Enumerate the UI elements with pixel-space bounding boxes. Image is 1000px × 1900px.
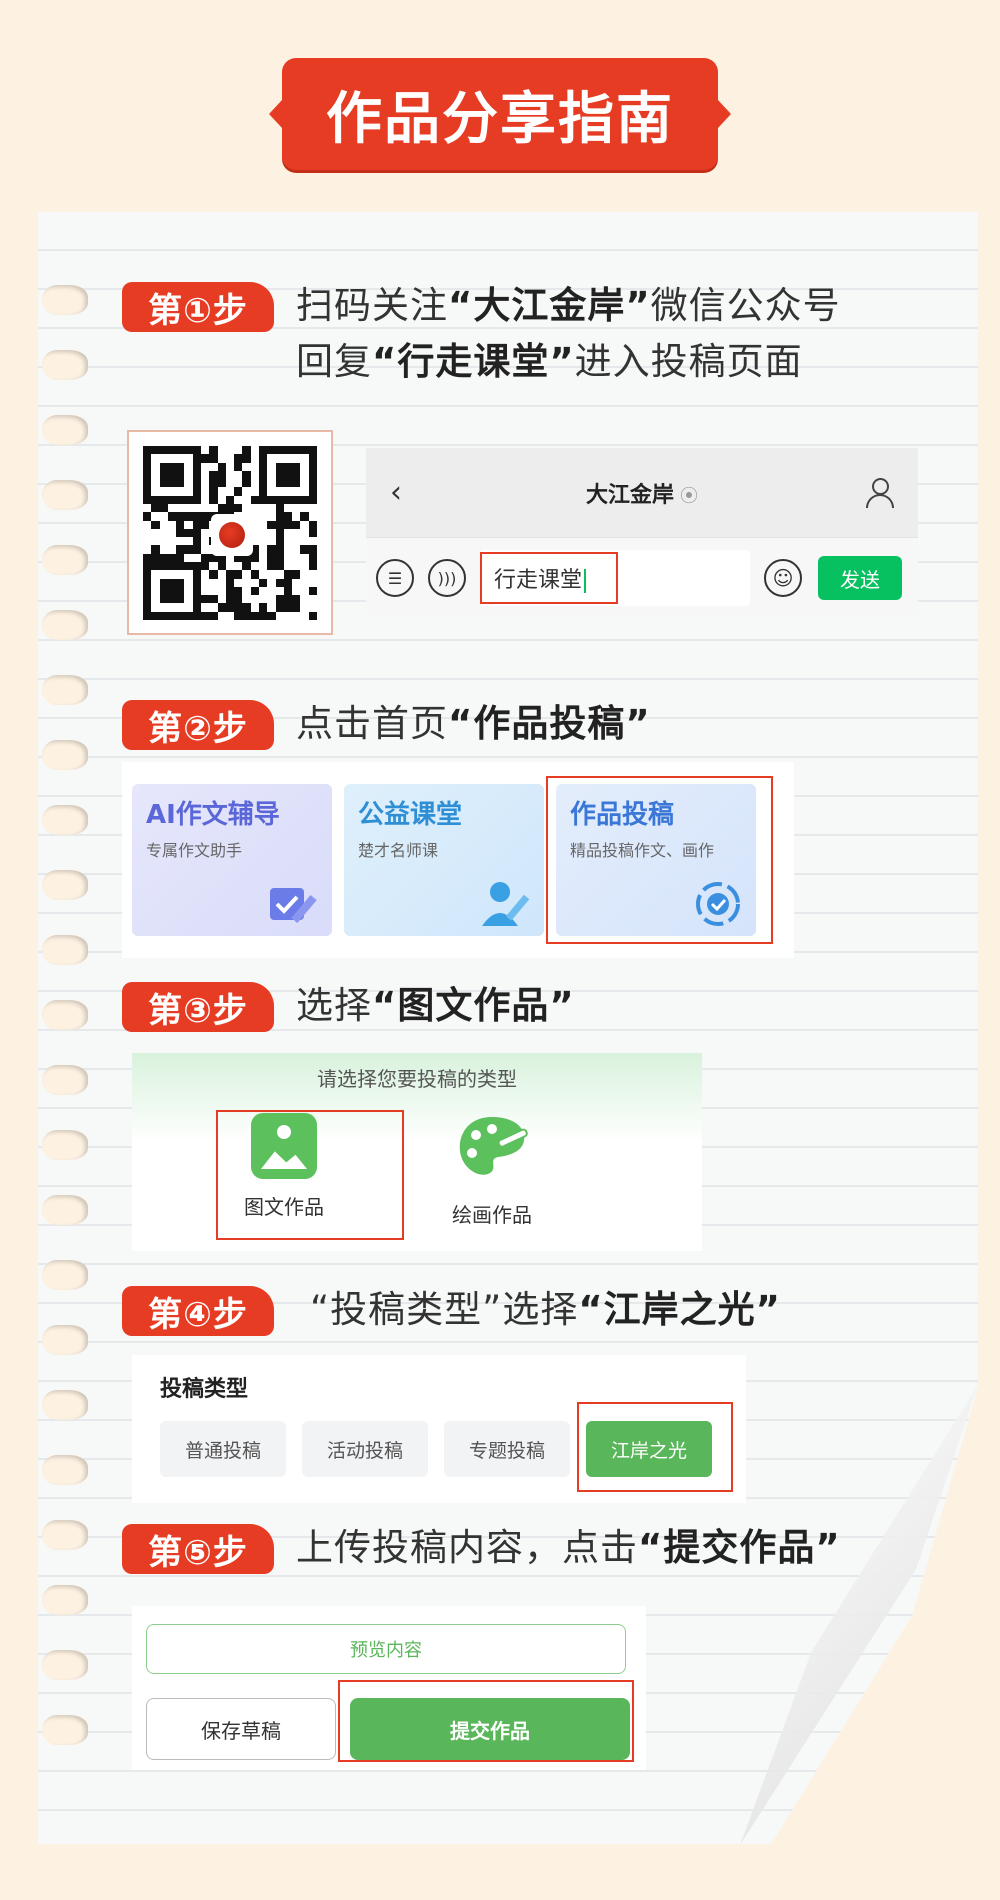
binder-hole <box>42 610 88 640</box>
voice-icon[interactable]: ))) <box>428 559 466 597</box>
step-badge: 第③步 <box>122 982 274 1032</box>
binder-hole <box>42 1390 88 1420</box>
step-2: 第②步 点击首页“作品投稿” <box>122 700 651 752</box>
type-option-painting[interactable]: 绘画作品 <box>432 1113 552 1228</box>
binder-hole <box>42 1520 88 1550</box>
step-1: 第①步 扫码关注“大江金岸”微信公众号 回复“行走课堂”进入投稿页面 <box>122 282 841 390</box>
qr-code <box>127 430 333 635</box>
category-chip-normal[interactable]: 普通投稿 <box>160 1421 286 1477</box>
step-badge: 第④步 <box>122 1286 274 1336</box>
step-badge: 第②步 <box>122 700 274 750</box>
binder-hole <box>42 415 88 445</box>
binder-hole <box>42 285 88 315</box>
step-3: 第③步 选择“图文作品” <box>122 982 575 1034</box>
type-prompt: 请选择您要投稿的类型 <box>317 1067 517 1091</box>
wechat-chat-screen: ‹ 大江金岸 ⦿ ☰ ))) 行走课堂 ☺ 发送 <box>366 448 918 618</box>
highlight-box <box>216 1110 404 1240</box>
binder-hole <box>42 1715 88 1745</box>
step-instruction: 上传投稿内容，点击“提交作品” <box>296 1526 841 1569</box>
pencil-check-icon <box>270 888 317 924</box>
binder-hole <box>42 350 88 380</box>
step-4: 第④步 “投稿类型”选择“江岸之光” <box>122 1286 781 1338</box>
binder-hole <box>42 935 88 965</box>
step-badge: 第⑤步 <box>122 1524 274 1574</box>
palette-icon <box>459 1117 528 1175</box>
category-chip-topic[interactable]: 专题投稿 <box>444 1421 570 1477</box>
feature-card-public-class[interactable]: 公益课堂 楚才名师课 <box>344 784 544 936</box>
binder-hole <box>42 1130 88 1160</box>
binder-hole <box>42 1325 88 1355</box>
preview-button[interactable]: 预览内容 <box>146 1624 626 1674</box>
feature-card-ai-writing[interactable]: AI作文辅导 专属作文助手 <box>132 784 332 936</box>
send-button[interactable]: 发送 <box>818 556 902 600</box>
step-instruction: 扫码关注“大江金岸”微信公众号 回复“行走课堂”进入投稿页面 <box>296 284 841 383</box>
profile-icon[interactable] <box>864 477 894 508</box>
chat-input-bar: ☰ ))) 行走课堂 ☺ 发送 <box>366 538 918 618</box>
highlight-box <box>577 1402 733 1492</box>
teacher-icon <box>482 882 530 926</box>
binder-hole <box>42 1585 88 1615</box>
binder-hole <box>42 480 88 510</box>
binder-hole <box>42 870 88 900</box>
highlight-box <box>546 776 773 944</box>
save-draft-button[interactable]: 保存草稿 <box>146 1698 336 1760</box>
message-input[interactable]: 行走课堂 <box>480 550 750 606</box>
binder-hole <box>42 1455 88 1485</box>
menu-list-icon[interactable]: ☰ <box>376 559 414 597</box>
binder-holes <box>42 285 92 1785</box>
binder-hole <box>42 1260 88 1290</box>
message-input-text: 行走课堂 <box>490 562 587 594</box>
binder-hole <box>42 740 88 770</box>
emoji-icon[interactable]: ☺ <box>764 559 802 597</box>
category-title: 投稿类型 <box>160 1377 249 1402</box>
binder-hole <box>42 675 88 705</box>
title-banner: 作品分享指南 <box>282 58 718 170</box>
step-5: 第⑤步 上传投稿内容，点击“提交作品” <box>122 1524 841 1576</box>
binder-hole <box>42 1195 88 1225</box>
step-badge: 第①步 <box>122 282 274 332</box>
binder-hole <box>42 1065 88 1095</box>
category-chip-activity[interactable]: 活动投稿 <box>302 1421 428 1477</box>
binder-hole <box>42 545 88 575</box>
binder-hole <box>42 1000 88 1030</box>
qr-logo <box>211 514 253 556</box>
chat-header: ‹ 大江金岸 ⦿ <box>366 448 918 538</box>
page-title: 作品分享指南 <box>326 86 674 152</box>
highlight-box <box>338 1680 634 1762</box>
chat-title: 大江金岸 ⦿ <box>585 482 698 508</box>
ear-icon: ⦿ <box>680 485 698 507</box>
step-instruction: “投稿类型”选择“江岸之光” <box>310 1288 781 1331</box>
step-instruction: 选择“图文作品” <box>296 984 575 1027</box>
binder-hole <box>42 805 88 835</box>
step-instruction: 点击首页“作品投稿” <box>296 702 651 745</box>
binder-hole <box>42 1650 88 1680</box>
